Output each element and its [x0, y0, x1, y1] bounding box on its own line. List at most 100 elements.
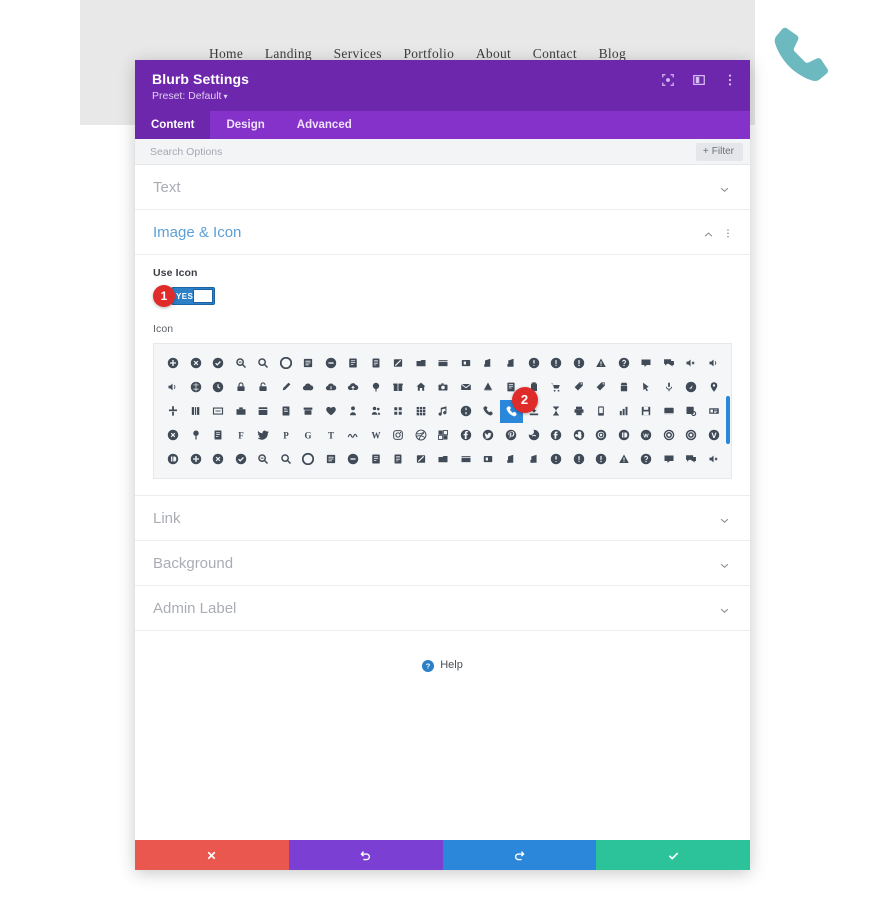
icon-option[interactable]	[680, 400, 702, 422]
icon-option[interactable]	[590, 448, 612, 470]
icon-option[interactable]	[410, 448, 432, 470]
icon-option[interactable]	[410, 424, 432, 446]
preset-selector[interactable]: Preset: Default ▾	[152, 90, 734, 102]
icon-option[interactable]	[568, 424, 590, 446]
icon-option[interactable]	[680, 376, 702, 398]
icon-option[interactable]	[568, 352, 590, 374]
section-image-icon[interactable]: Image & Icon	[135, 210, 750, 255]
nav-item-landing[interactable]: Landing	[265, 46, 312, 61]
icon-option[interactable]	[410, 400, 432, 422]
nav-item-blog[interactable]: Blog	[599, 46, 626, 61]
icon-option[interactable]	[477, 352, 499, 374]
icon-option[interactable]	[207, 400, 229, 422]
search-input[interactable]: Search Options	[150, 146, 222, 158]
icon-option[interactable]: T	[320, 424, 342, 446]
icon-option[interactable]	[635, 400, 657, 422]
icon-option[interactable]	[230, 448, 252, 470]
section-admin-label[interactable]: Admin Label	[135, 586, 750, 631]
icon-option[interactable]	[523, 352, 545, 374]
icon-option[interactable]	[297, 376, 319, 398]
icon-option[interactable]	[613, 352, 635, 374]
icon-option[interactable]: P	[275, 424, 297, 446]
icon-option[interactable]	[252, 448, 274, 470]
icon-option[interactable]	[590, 352, 612, 374]
icon-option[interactable]	[320, 352, 342, 374]
search-options-bar[interactable]: Search Options + Filter	[135, 139, 750, 165]
icon-option[interactable]	[590, 424, 612, 446]
icon-option[interactable]	[703, 424, 725, 446]
icon-option[interactable]	[545, 376, 567, 398]
icon-option[interactable]	[342, 352, 364, 374]
icon-option[interactable]	[455, 352, 477, 374]
icon-option[interactable]	[568, 400, 590, 422]
icon-option[interactable]	[613, 400, 635, 422]
chevron-down-icon[interactable]	[719, 182, 730, 193]
icon-option[interactable]	[162, 376, 184, 398]
icon-option[interactable]	[342, 376, 364, 398]
icon-option[interactable]	[477, 376, 499, 398]
icon-option[interactable]	[613, 424, 635, 446]
icon-option[interactable]	[432, 352, 454, 374]
icon-option[interactable]	[387, 400, 409, 422]
icon-option[interactable]	[613, 376, 635, 398]
icon-option[interactable]	[703, 448, 725, 470]
help-link[interactable]: ? Help	[135, 631, 750, 672]
icon-option[interactable]	[477, 424, 499, 446]
icon-option[interactable]	[500, 448, 522, 470]
chevron-down-icon[interactable]	[719, 558, 730, 569]
icon-option[interactable]	[252, 376, 274, 398]
icon-option[interactable]	[658, 448, 680, 470]
icon-option[interactable]	[455, 448, 477, 470]
icon-option[interactable]	[455, 400, 477, 422]
icon-option[interactable]	[590, 400, 612, 422]
icon-option[interactable]	[590, 376, 612, 398]
tab-design[interactable]: Design	[210, 111, 280, 139]
icon-option[interactable]	[365, 448, 387, 470]
icon-option[interactable]	[568, 376, 590, 398]
icon-option[interactable]	[365, 352, 387, 374]
icon-option[interactable]	[342, 424, 364, 446]
filter-button[interactable]: + Filter	[695, 143, 743, 161]
icon-option[interactable]	[455, 424, 477, 446]
icon-grid-scrollbar[interactable]	[726, 396, 730, 444]
icon-option[interactable]	[252, 352, 274, 374]
save-button[interactable]	[596, 840, 750, 870]
icon-option[interactable]	[162, 400, 184, 422]
icon-option[interactable]	[545, 400, 567, 422]
section-link[interactable]: Link	[135, 496, 750, 541]
icon-option[interactable]	[387, 352, 409, 374]
icon-option[interactable]	[500, 352, 522, 374]
icon-option[interactable]	[680, 424, 702, 446]
nav-item-contact[interactable]: Contact	[533, 46, 577, 61]
redo-button[interactable]	[442, 840, 597, 870]
icon-option[interactable]	[297, 448, 319, 470]
icon-option[interactable]	[162, 424, 184, 446]
icon-option[interactable]	[568, 448, 590, 470]
expand-icon[interactable]	[661, 73, 675, 87]
icon-option[interactable]	[523, 448, 545, 470]
icon-option[interactable]	[545, 424, 567, 446]
icon-option[interactable]	[185, 424, 207, 446]
more-vertical-icon[interactable]	[723, 73, 737, 87]
icon-option[interactable]	[658, 376, 680, 398]
icon-option[interactable]	[500, 424, 522, 446]
icon-option[interactable]	[680, 448, 702, 470]
icon-option[interactable]	[207, 448, 229, 470]
icon-option[interactable]	[658, 400, 680, 422]
icon-option[interactable]	[342, 448, 364, 470]
icon-option[interactable]	[320, 400, 342, 422]
icon-option[interactable]	[230, 376, 252, 398]
icon-picker-grid[interactable]: 2 F P G T W	[162, 351, 725, 471]
icon-option[interactable]	[635, 376, 657, 398]
icon-option[interactable]	[162, 352, 184, 374]
icon-option[interactable]	[365, 376, 387, 398]
icon-option[interactable]	[185, 352, 207, 374]
icon-option[interactable]	[275, 400, 297, 422]
icon-option[interactable]	[185, 448, 207, 470]
icon-option[interactable]	[703, 376, 725, 398]
use-icon-toggle[interactable]: YES	[171, 287, 215, 305]
undo-button[interactable]	[288, 840, 443, 870]
nav-item-services[interactable]: Services	[334, 46, 382, 61]
icon-option[interactable]	[658, 424, 680, 446]
icon-option[interactable]	[297, 400, 319, 422]
